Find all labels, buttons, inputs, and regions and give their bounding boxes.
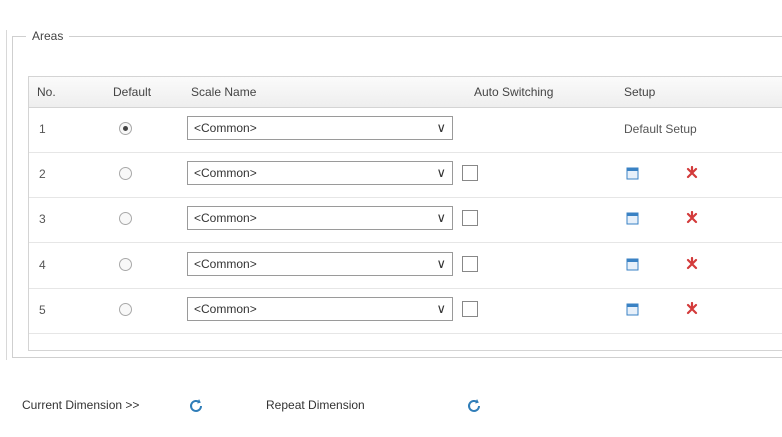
- scale-name-select[interactable]: <Common> ∨: [187, 116, 453, 140]
- current-dimension-label[interactable]: Current Dimension >>: [22, 398, 139, 412]
- table-row: 1 <Common> ∨ Default Setup: [29, 108, 782, 153]
- scale-name-value: <Common>: [194, 121, 257, 135]
- scale-name-select[interactable]: <Common> ∨: [187, 206, 453, 230]
- row-number: 2: [39, 167, 46, 181]
- table-header: No. Default Scale Name Auto Switching Se…: [29, 77, 782, 108]
- scale-name-select[interactable]: <Common> ∨: [187, 252, 453, 276]
- header-scale: Scale Name: [191, 85, 257, 99]
- chevron-down-icon[interactable]: ∨: [436, 165, 446, 181]
- scale-name-value: <Common>: [194, 302, 257, 316]
- row-number: 5: [39, 303, 46, 317]
- table-row: 4 <Common> ∨: [29, 244, 782, 289]
- pin-icon[interactable]: [685, 257, 699, 271]
- default-radio[interactable]: [119, 212, 132, 225]
- row-number: 3: [39, 212, 46, 226]
- scale-name-select[interactable]: <Common> ∨: [187, 161, 453, 185]
- refresh-icon[interactable]: [466, 398, 482, 414]
- pin-icon[interactable]: [685, 211, 699, 225]
- auto-switching-checkbox[interactable]: [462, 256, 478, 272]
- edit-icon[interactable]: [626, 302, 640, 316]
- auto-switching-checkbox[interactable]: [462, 301, 478, 317]
- refresh-icon[interactable]: [188, 398, 204, 414]
- pin-icon[interactable]: [685, 302, 699, 316]
- default-radio[interactable]: [119, 303, 132, 316]
- scale-name-select[interactable]: <Common> ∨: [187, 297, 453, 321]
- default-setup-text: Default Setup: [624, 122, 697, 136]
- edit-icon[interactable]: [626, 211, 640, 225]
- table-row: 2 <Common> ∨: [29, 153, 782, 198]
- table-row: 5 <Common> ∨: [29, 289, 782, 334]
- default-radio[interactable]: [119, 122, 132, 135]
- header-default: Default: [113, 85, 152, 99]
- fieldset-legend: Areas: [26, 29, 70, 43]
- edit-icon[interactable]: [626, 166, 640, 180]
- default-radio[interactable]: [119, 258, 132, 271]
- repeat-dimension-label[interactable]: Repeat Dimension: [266, 398, 365, 412]
- auto-switching-checkbox[interactable]: [462, 165, 478, 181]
- header-setup: Setup: [624, 85, 656, 99]
- row-number: 4: [39, 258, 46, 272]
- scale-name-value: <Common>: [194, 211, 257, 225]
- chevron-down-icon[interactable]: ∨: [436, 256, 446, 272]
- left-divider: [6, 30, 7, 360]
- chevron-down-icon[interactable]: ∨: [436, 120, 446, 136]
- chevron-down-icon[interactable]: ∨: [436, 210, 446, 226]
- default-radio[interactable]: [119, 167, 132, 180]
- pin-icon[interactable]: [685, 166, 699, 180]
- scale-name-value: <Common>: [194, 257, 257, 271]
- header-auto: Auto Switching: [474, 85, 554, 99]
- row-number: 1: [39, 122, 46, 136]
- table-row: 3 <Common> ∨: [29, 198, 782, 243]
- header-no: No.: [37, 85, 56, 99]
- edit-icon[interactable]: [626, 257, 640, 271]
- scale-name-value: <Common>: [194, 166, 257, 180]
- chevron-down-icon[interactable]: ∨: [436, 301, 446, 317]
- auto-switching-checkbox[interactable]: [462, 210, 478, 226]
